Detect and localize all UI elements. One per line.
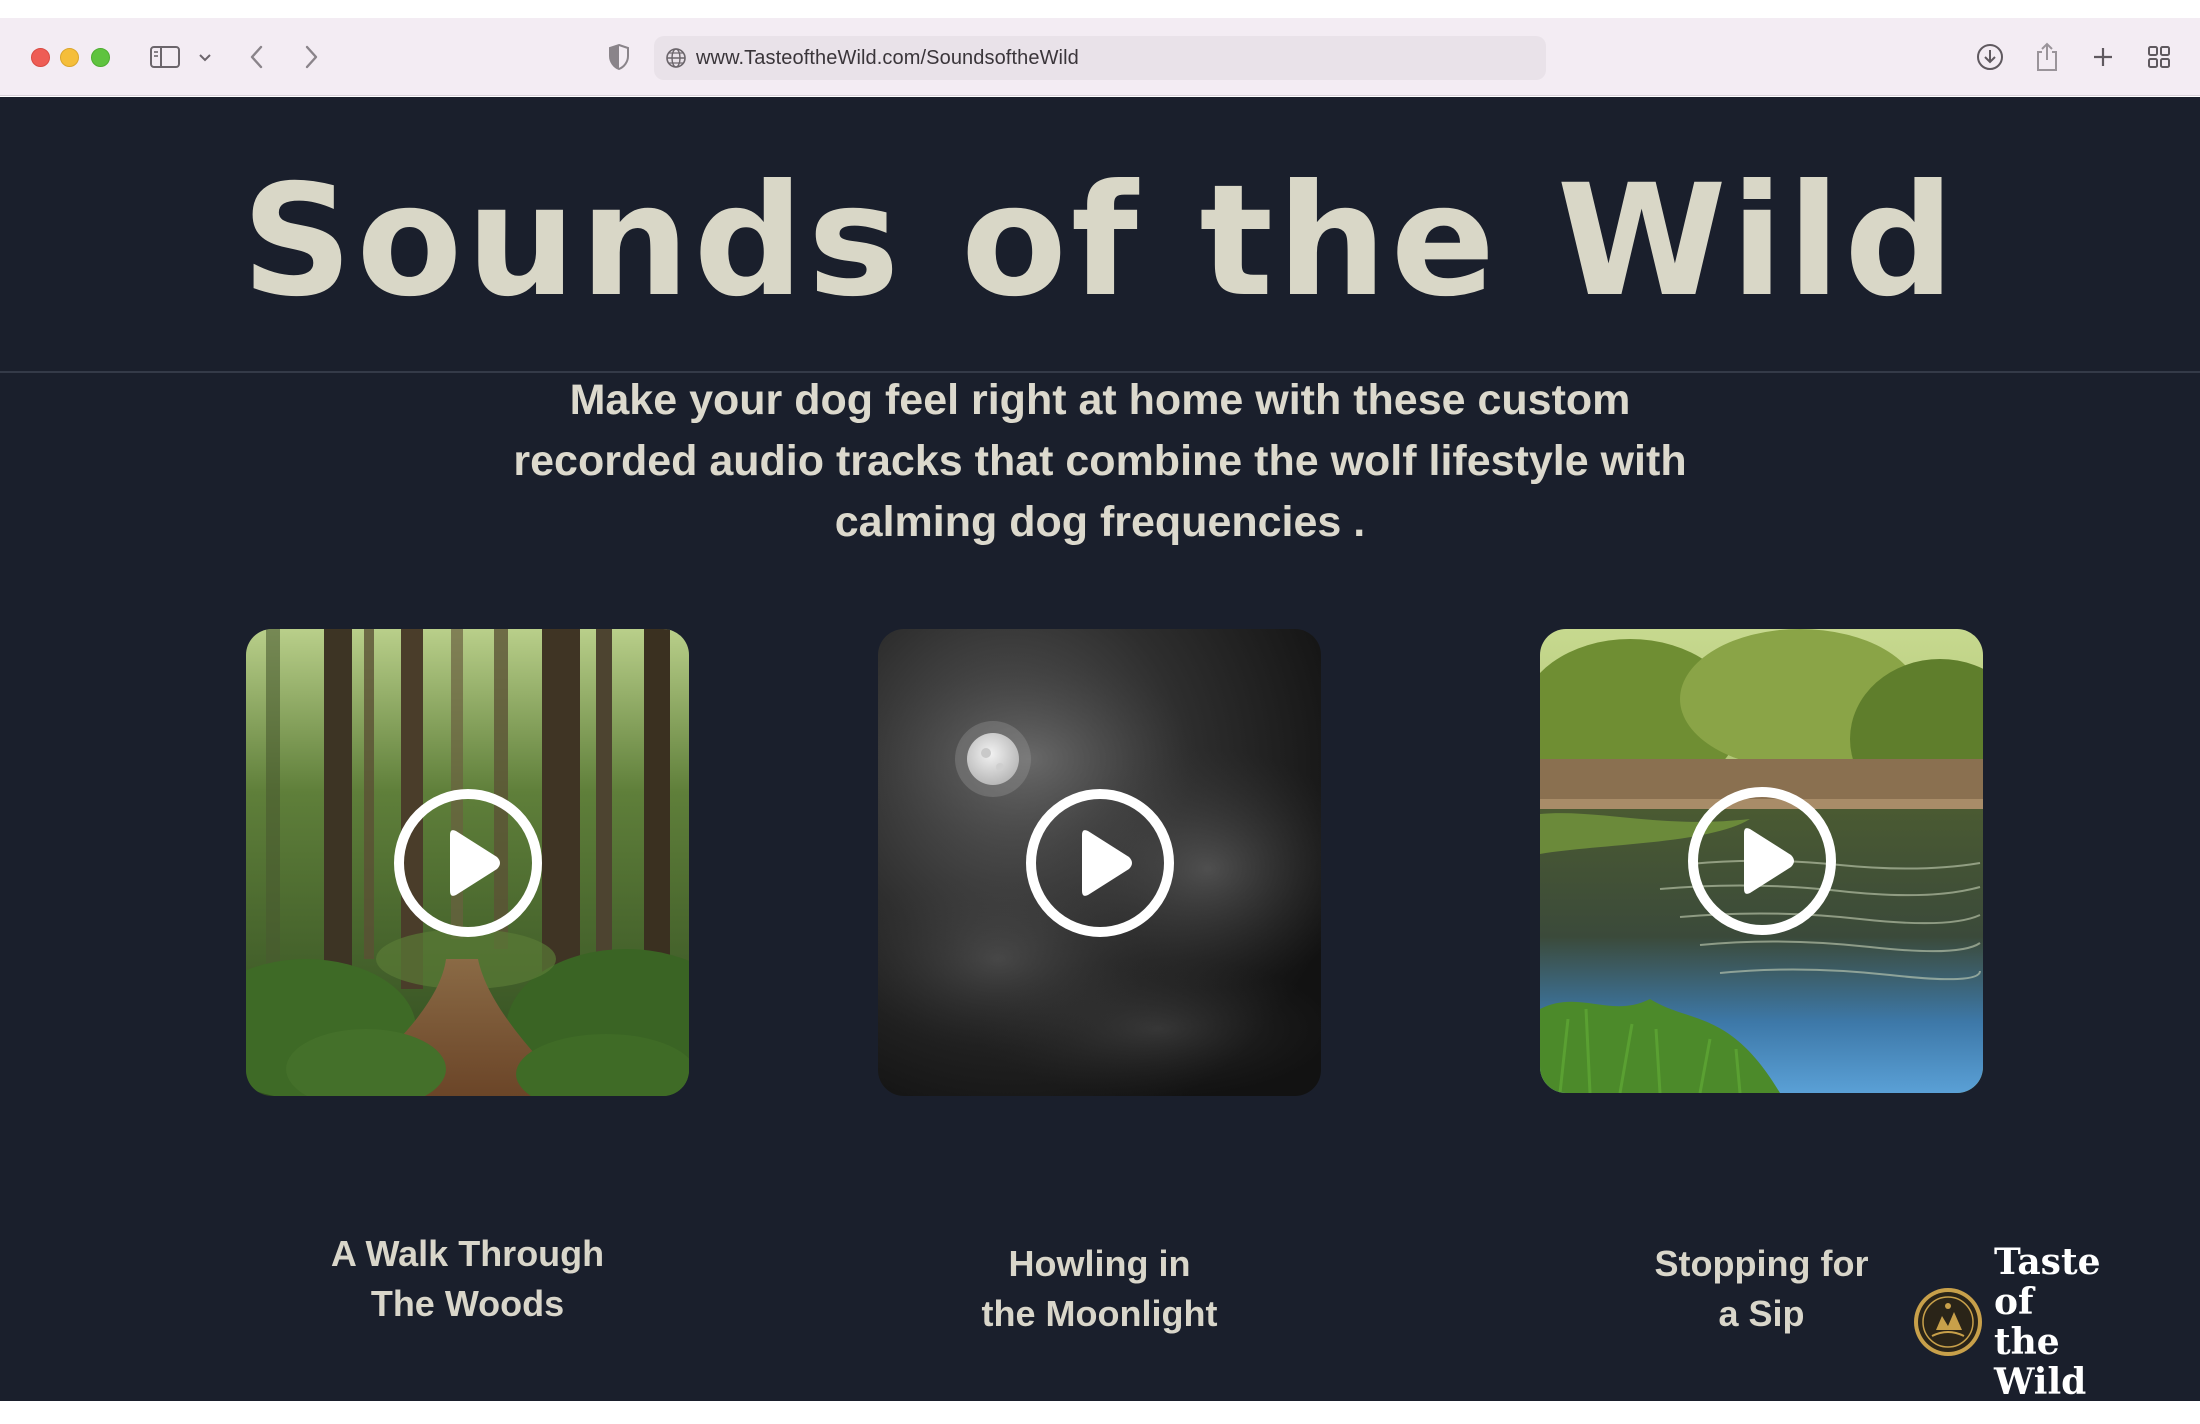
address-bar[interactable]: www.TasteoftheWild.com/SoundsoftheWild <box>654 36 1546 80</box>
forward-icon <box>305 45 318 69</box>
play-icon[interactable] <box>1687 786 1837 936</box>
brand-logo[interactable]: Taste of the Wild <box>1912 1242 2152 1402</box>
page-subtitle: Make your dog feel right at home with th… <box>513 376 1687 546</box>
tab-overview-button[interactable] <box>2142 38 2176 76</box>
browser-toolbar: www.TasteoftheWild.com/SoundsoftheWild <box>0 18 2200 96</box>
download-icon <box>1977 44 2003 70</box>
track-title: Howling in the Moonlight <box>878 1239 1321 1339</box>
plus-icon <box>2094 48 2112 66</box>
track-thumbnail[interactable] <box>1540 629 1983 1093</box>
address-url: www.TasteoftheWild.com/SoundsoftheWild <box>696 46 1079 69</box>
forward-button[interactable] <box>296 38 326 76</box>
play-icon[interactable] <box>1025 788 1175 938</box>
page-title: Sounds of the Wild <box>241 152 1959 331</box>
downloads-button[interactable] <box>1972 38 2008 76</box>
brand-name: Taste of the Wild <box>1994 1242 2152 1402</box>
track-title-line2: The Woods <box>370 1283 565 1324</box>
zoom-window-button[interactable] <box>91 48 110 67</box>
brand-line2: the Wild <box>1994 1321 2087 1403</box>
track-thumbnail[interactable] <box>246 629 689 1096</box>
new-tab-button[interactable] <box>2086 38 2120 76</box>
track-title: A Walk Through The Woods <box>246 1229 689 1329</box>
bottom-margin <box>0 1401 2200 1424</box>
close-window-button[interactable] <box>31 48 50 67</box>
play-icon[interactable] <box>393 788 543 938</box>
share-button[interactable] <box>2030 38 2064 76</box>
tab-group-menu-button[interactable] <box>196 38 214 76</box>
back-button[interactable] <box>242 38 272 76</box>
top-margin <box>0 0 2200 18</box>
track-title-line1: Howling in <box>1008 1243 1191 1284</box>
brand-line1: Taste of <box>1994 1241 2101 1323</box>
share-icon <box>2037 42 2057 71</box>
minimize-window-button[interactable] <box>60 48 79 67</box>
shield-icon <box>609 43 629 71</box>
track-title-line2: the Moonlight <box>981 1293 1218 1334</box>
sidebar-toggle-button[interactable] <box>146 38 184 76</box>
track-title-line1: A Walk Through <box>330 1233 605 1274</box>
page-content: Sounds of the Wild Make your dog feel ri… <box>0 97 2200 1402</box>
chevron-down-icon <box>199 54 211 62</box>
back-icon <box>250 45 263 69</box>
privacy-report-button[interactable] <box>604 38 634 76</box>
sidebar-icon <box>150 46 180 68</box>
globe-icon <box>664 46 688 70</box>
tab-overview-icon <box>2148 46 2170 68</box>
brand-seal-icon <box>1914 1288 1982 1356</box>
track-thumbnail[interactable] <box>878 629 1321 1096</box>
